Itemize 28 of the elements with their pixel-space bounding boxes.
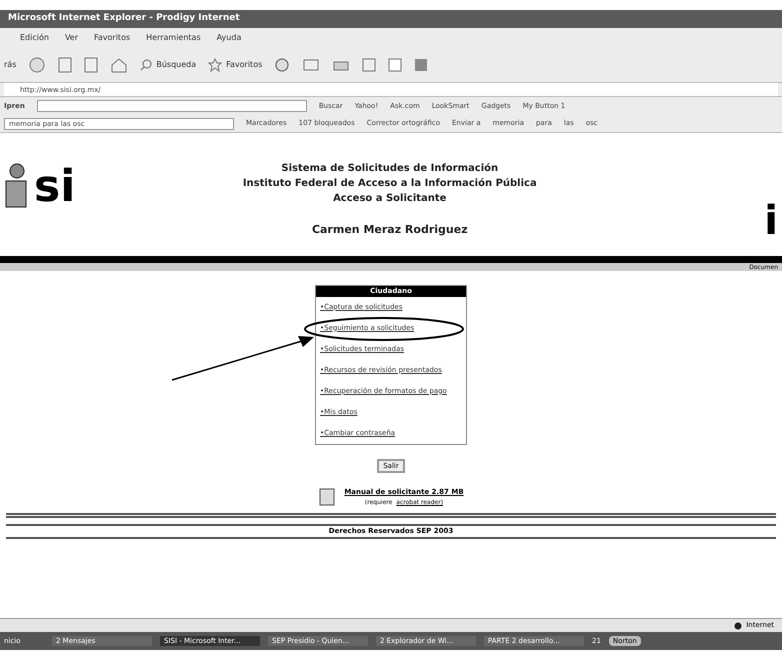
search-icon <box>140 59 152 71</box>
home-icon[interactable] <box>110 57 128 73</box>
menu-item[interactable]: Ver <box>64 32 78 44</box>
favorites-button[interactable]: Favoritos <box>208 58 262 72</box>
star-icon <box>208 58 222 72</box>
header-title: Sistema de Solicitudes de Información <box>281 162 498 176</box>
messenger-icon[interactable] <box>414 58 428 72</box>
menu-item[interactable]: Ayuda <box>216 32 242 44</box>
pdf-icon <box>318 487 336 507</box>
search-button[interactable]: Búsqueda <box>140 59 196 71</box>
globe-icon <box>734 622 742 630</box>
forward-icon[interactable] <box>28 56 46 74</box>
page-icon[interactable] <box>388 58 402 72</box>
menu-item[interactable]: Favoritos <box>94 32 130 44</box>
stop-icon[interactable] <box>58 57 72 73</box>
refresh-icon[interactable] <box>84 57 98 73</box>
menu-item[interactable]: Edición <box>20 32 49 44</box>
window-title: Microsoft Internet Explorer - Prodigy Internet <box>8 12 240 26</box>
user-name: Carmen Meraz Rodriguez <box>312 222 468 238</box>
header-title: Instituto Federal de Acceso a la Información Pública <box>242 177 537 191</box>
right-logo: i <box>764 197 779 241</box>
history-icon[interactable] <box>274 57 290 73</box>
menu-item[interactable]: Herramientas <box>146 32 201 44</box>
back-button[interactable]: rás <box>4 59 16 71</box>
header-title: Acceso a Solicitante <box>333 192 446 206</box>
mail-icon[interactable] <box>302 57 320 73</box>
edit-icon[interactable] <box>362 58 376 72</box>
logo: si <box>34 165 76 209</box>
